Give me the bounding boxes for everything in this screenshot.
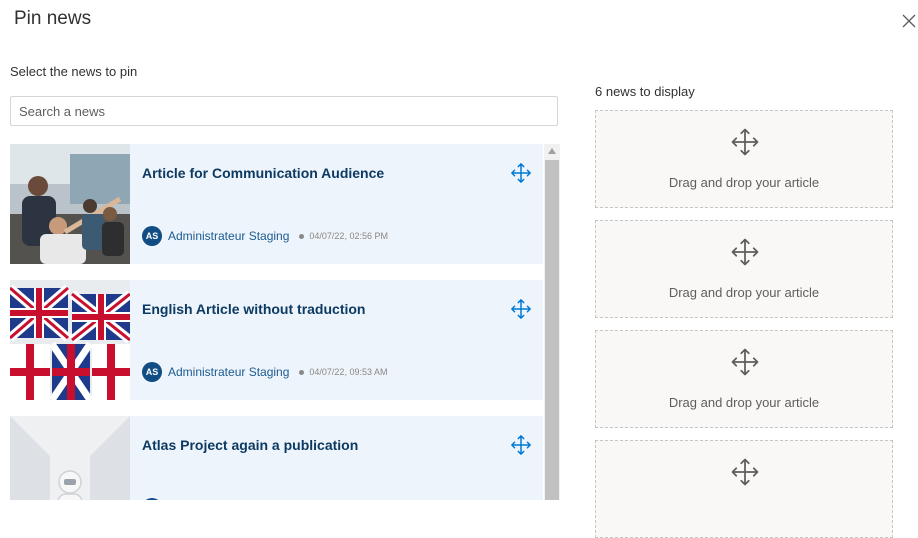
dialog-title: Pin news — [14, 8, 92, 29]
move-icon — [731, 458, 759, 486]
office-meeting-photo — [10, 144, 130, 264]
move-icon[interactable] — [510, 434, 532, 456]
union-jack-flags-photo — [10, 280, 130, 400]
drop-slot[interactable]: Drag and drop your article — [595, 110, 893, 208]
move-icon[interactable] — [510, 298, 532, 320]
news-list: Article for Communication Audience AS Ad… — [10, 144, 560, 500]
news-card[interactable]: Article for Communication Audience AS Ad… — [10, 144, 543, 264]
news-count-label: 6 news to display — [595, 84, 695, 99]
news-title: English Article without traduction — [142, 301, 366, 317]
scroll-up-arrow-icon[interactable] — [544, 144, 560, 158]
drop-slot-label: Drag and drop your article — [668, 285, 820, 300]
drop-slot[interactable]: Drag and drop your article — [595, 330, 893, 428]
select-news-label: Select the news to pin — [10, 64, 138, 79]
close-icon[interactable] — [900, 12, 918, 30]
avatar: AS — [142, 362, 162, 382]
drop-slot[interactable]: Drag and drop your article — [595, 220, 893, 318]
drop-slot[interactable] — [595, 440, 893, 538]
news-card[interactable]: English Article without traduction AS Ad… — [10, 280, 543, 400]
news-card[interactable]: Atlas Project again a publication AS — [10, 416, 543, 500]
move-icon[interactable] — [510, 162, 532, 184]
search-input[interactable] — [10, 96, 558, 126]
move-icon — [731, 348, 759, 376]
news-title: Atlas Project again a publication — [142, 437, 359, 453]
author-row: AS Administrateur Staging 04/07/22, 02:5… — [142, 226, 388, 246]
author-name[interactable]: Administrateur Staging — [168, 365, 289, 379]
scroll-thumb[interactable] — [545, 160, 559, 500]
astronaut-photo — [10, 416, 130, 500]
avatar: AS — [142, 226, 162, 246]
separator-dot — [299, 369, 305, 375]
drop-slot-label: Drag and drop your article — [668, 175, 820, 190]
drop-slot-label: Drag and drop your article — [668, 395, 820, 410]
list-scrollbar[interactable] — [544, 144, 560, 500]
publish-date: 04/07/22, 02:56 PM — [309, 231, 388, 241]
news-title: Article for Communication Audience — [142, 165, 385, 181]
author-name[interactable]: Administrateur Staging — [168, 229, 289, 243]
move-icon — [731, 128, 759, 156]
author-row: AS Administrateur Staging 04/07/22, 09:5… — [142, 362, 387, 382]
separator-dot — [299, 233, 305, 239]
publish-date: 04/07/22, 09:53 AM — [309, 367, 388, 377]
move-icon — [731, 238, 759, 266]
